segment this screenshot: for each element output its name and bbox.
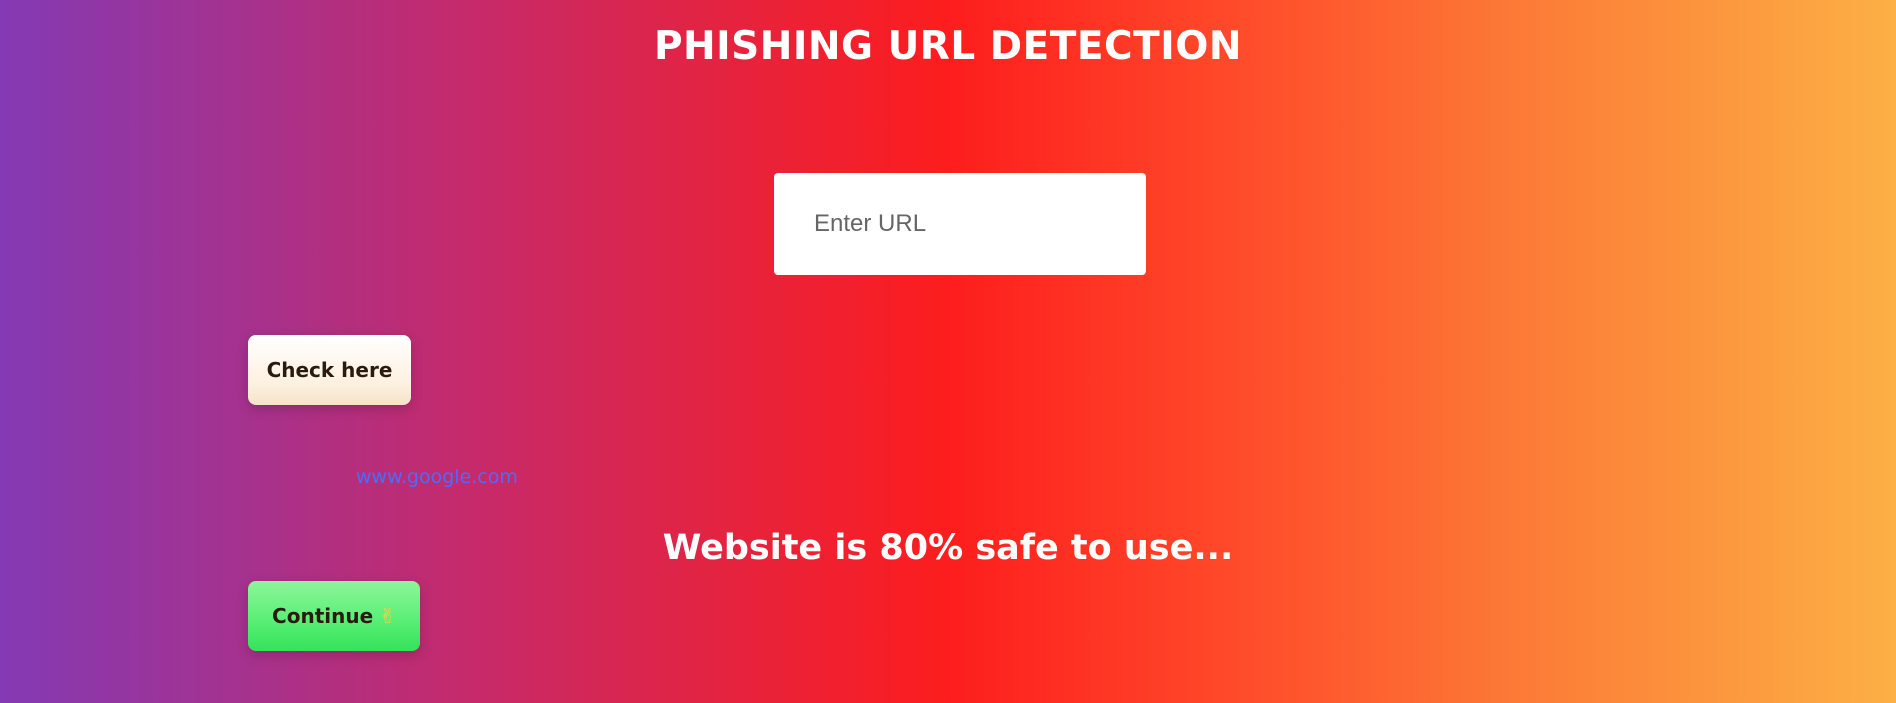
continue-button-label: Continue: [272, 604, 374, 628]
safety-result-message: Website is 80% safe to use...: [662, 528, 1234, 568]
check-button[interactable]: Check here: [248, 335, 411, 405]
victory-hand-icon: ✌: [379, 604, 396, 628]
check-button-label: Check here: [266, 358, 393, 382]
result-url-link[interactable]: www.google.com: [356, 466, 518, 488]
continue-button[interactable]: Continue ✌: [248, 581, 420, 651]
page-title: PHISHING URL DETECTION: [653, 24, 1243, 69]
url-input[interactable]: [774, 173, 1146, 275]
